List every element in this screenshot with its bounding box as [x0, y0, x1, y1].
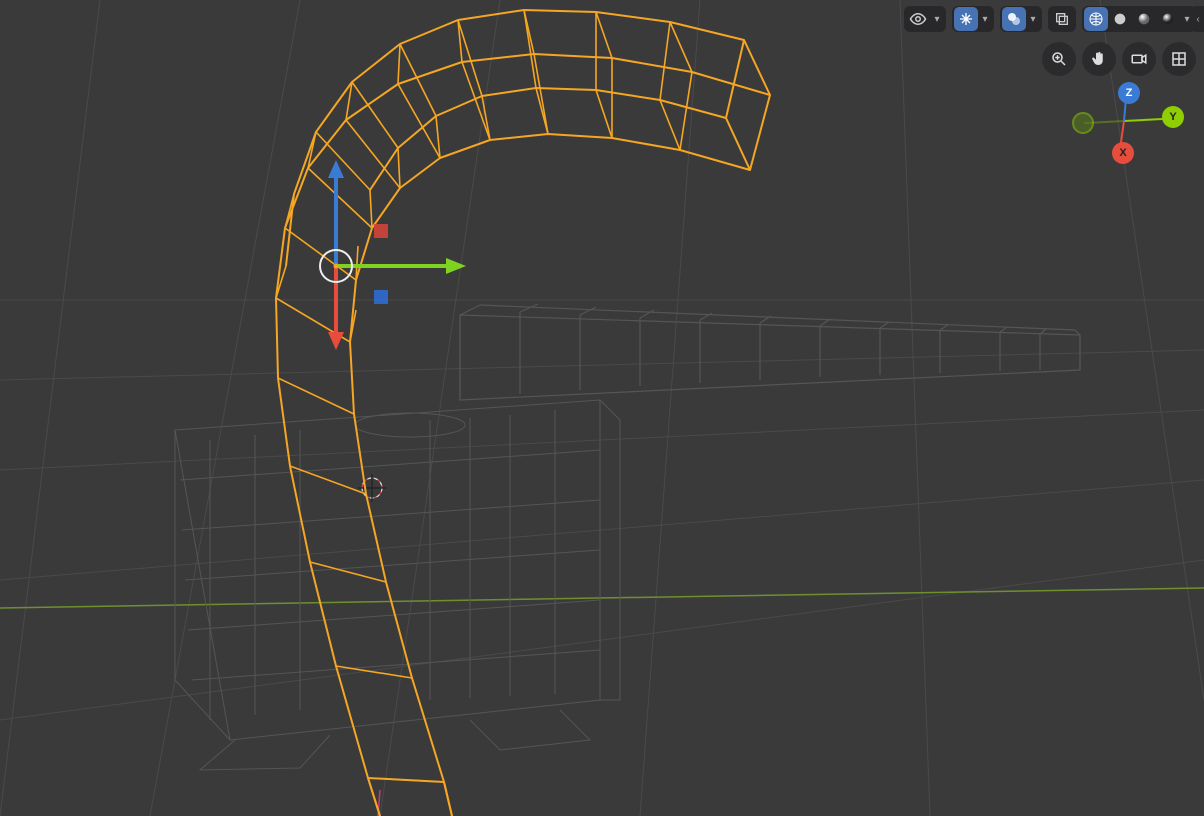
- axis-y-handle[interactable]: Y: [1162, 106, 1184, 128]
- chevron-down-icon: ▾: [930, 14, 944, 25]
- shading-mode-group: ▾: [1082, 6, 1196, 32]
- viewport-header: ▾ ▾ ▾: [904, 6, 1196, 32]
- shading-solid-button[interactable]: [1108, 7, 1132, 31]
- cursor-3d: [358, 474, 386, 502]
- object-visibility-dropdown[interactable]: ▾: [904, 6, 946, 32]
- sidebar-toggle[interactable]: ‹: [1192, 6, 1204, 32]
- gizmo-dropdown[interactable]: ▾: [952, 6, 994, 32]
- axis-neg-y-handle[interactable]: [1072, 112, 1094, 134]
- axis-label: Z: [1126, 87, 1133, 99]
- chevron-down-icon: ▾: [978, 14, 992, 25]
- xray-icon: [1050, 7, 1074, 31]
- orbit-nav-gizmo[interactable]: Y X Z: [1064, 60, 1184, 180]
- axis-label: Y: [1169, 111, 1176, 123]
- shading-wireframe-button[interactable]: [1084, 7, 1108, 31]
- move-gizmo: [320, 160, 466, 350]
- xray-toggle[interactable]: [1048, 6, 1076, 32]
- scene-wireframe: [0, 0, 1204, 816]
- axis-z-handle[interactable]: Z: [1118, 82, 1140, 104]
- axis-x-handle[interactable]: X: [1112, 142, 1134, 164]
- gizmo-icon: [954, 7, 978, 31]
- chevron-down-icon: ▾: [1026, 14, 1040, 25]
- shading-rendered-button[interactable]: [1156, 7, 1180, 31]
- overlays-icon: [1002, 7, 1026, 31]
- eye-icon: [906, 7, 930, 31]
- shading-matprev-button[interactable]: [1132, 7, 1156, 31]
- axis-label: X: [1119, 147, 1126, 159]
- viewport-3d[interactable]: ▾ ▾ ▾: [0, 0, 1204, 816]
- overlays-dropdown[interactable]: ▾: [1000, 6, 1042, 32]
